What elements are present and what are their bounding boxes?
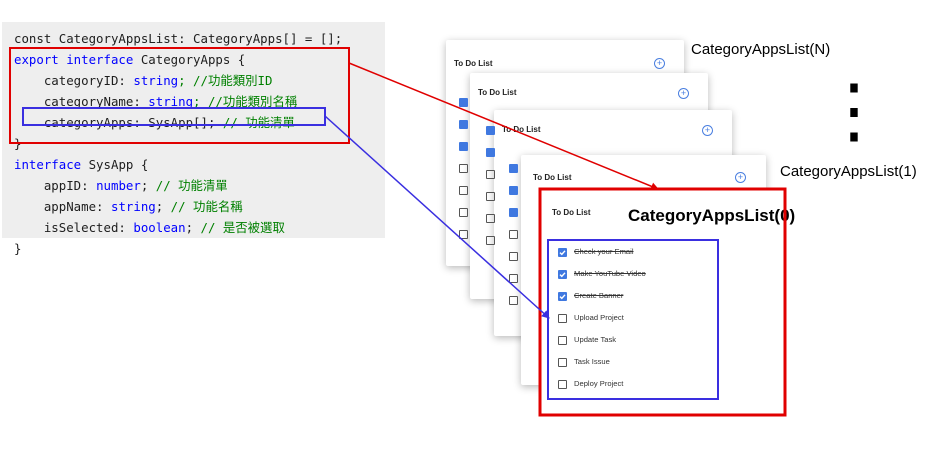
annotation-layer <box>9 47 787 417</box>
blue-tasks-frame <box>547 239 719 400</box>
blue-highlight-box <box>22 107 326 126</box>
red-card-frame <box>538 187 787 417</box>
red-arrow <box>348 62 659 191</box>
blue-arrow <box>324 115 550 319</box>
red-highlight-box <box>9 47 350 144</box>
